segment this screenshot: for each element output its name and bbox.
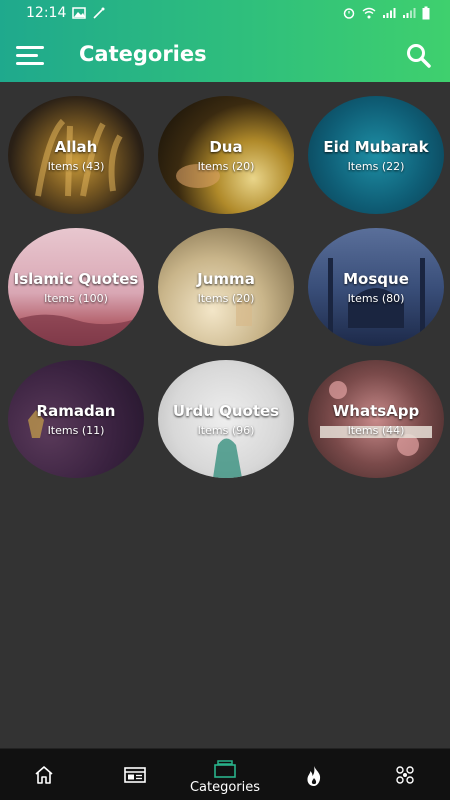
magic-wand-icon [93,7,105,19]
app-bar: 12:14 Categories [0,0,450,82]
category-count: Items (100) [44,291,108,305]
category-dua[interactable]: Dua Items (20) [158,96,294,214]
category-urdu-quotes[interactable]: Urdu Quotes Items (96) [158,360,294,478]
category-count: Items (20) [197,291,255,305]
categories-icon [214,760,236,778]
menu-icon [16,46,44,49]
puzzle-icon [396,766,414,784]
signal-icon [383,8,396,18]
category-name: Islamic Quotes [13,269,139,288]
category-eid-mubarak[interactable]: Eid Mubarak Items (22) [308,96,444,214]
alarm-icon [343,8,355,19]
image-notification-icon [72,7,86,19]
fire-icon [307,766,321,786]
bottom-navigation: Categories [0,748,450,800]
category-name: Ramadan [36,401,116,420]
category-count: Items (96) [197,423,255,437]
category-count: Items (11) [47,423,105,437]
category-name: Allah [54,137,98,156]
nav-categories[interactable]: Categories [180,749,270,800]
category-count: Items (22) [347,159,405,173]
nav-categories-label: Categories [189,780,261,795]
news-icon [124,767,146,783]
category-name: Eid Mubarak [323,137,429,156]
category-count: Items (20) [197,159,255,173]
category-name: Dua [209,137,243,156]
menu-button[interactable] [16,44,46,68]
nav-more[interactable] [360,749,450,800]
wifi-icon [362,7,376,19]
page-title: Categories [79,42,207,66]
nav-trending[interactable] [270,749,360,800]
category-mosque[interactable]: Mosque Items (80) [308,228,444,346]
search-button[interactable] [405,42,433,70]
category-islamic-quotes[interactable]: Islamic Quotes Items (100) [8,228,144,346]
category-allah[interactable]: Allah Items (43) [8,96,144,214]
category-count: Items (43) [47,159,105,173]
status-time: 12:14 [26,5,67,21]
search-icon [407,44,431,68]
status-bar: 12:14 [0,0,450,28]
home-icon [35,766,53,784]
category-jumma[interactable]: Jumma Items (20) [158,228,294,346]
category-name: Mosque [343,269,409,288]
category-count: Items (80) [347,291,405,305]
nav-home[interactable] [0,749,90,800]
category-count: Items (44) [347,423,405,437]
battery-icon [422,6,430,20]
signal-icon-2 [403,8,416,18]
category-whatsapp[interactable]: WhatsApp Items (44) [308,360,444,478]
nav-news[interactable] [90,749,180,800]
category-name: Urdu Quotes [172,401,280,420]
category-name: Jumma [197,269,255,288]
category-name: WhatsApp [332,401,420,420]
category-ramadan[interactable]: Ramadan Items (11) [8,360,144,478]
